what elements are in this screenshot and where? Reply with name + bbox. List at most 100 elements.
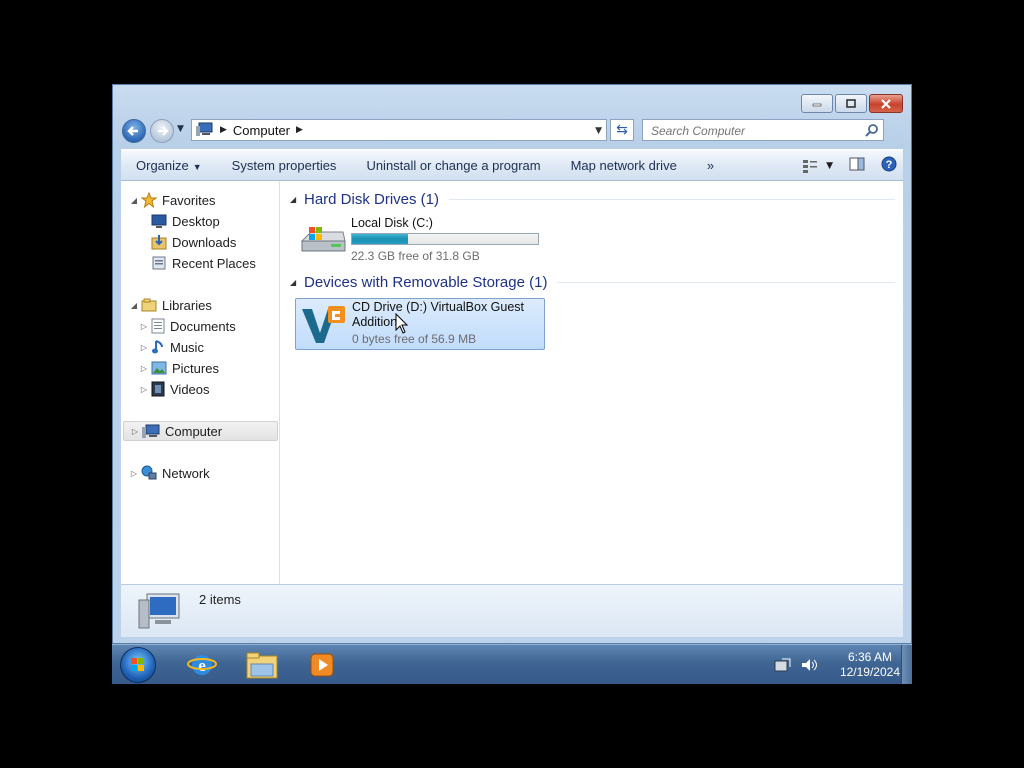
organize-button[interactable]: Organize ▼: [121, 158, 217, 173]
group-header-removable-storage[interactable]: ◢ Devices with Removable Storage (1): [290, 274, 895, 291]
computer-icon: [142, 423, 160, 439]
nav-network[interactable]: ▷ Network: [129, 463, 210, 483]
libraries-icon: [141, 297, 157, 313]
nav-libraries[interactable]: ◢ Libraries: [129, 295, 212, 315]
map-network-drive-button[interactable]: Map network drive: [556, 158, 692, 173]
breadcrumb-chevron-icon[interactable]: ▶: [296, 125, 303, 135]
help-icon: ?: [881, 156, 897, 172]
drive-usage-fill: [352, 234, 408, 244]
taskbar: e 6:36 AM 12/19/2024: [112, 644, 912, 684]
collapsed-arrow-icon[interactable]: ▷: [139, 322, 149, 331]
nav-music[interactable]: ▷ Music: [139, 337, 204, 357]
maximize-icon: [846, 98, 856, 108]
navigation-pane[interactable]: ◢ Favorites Desktop Downloads Recent Pla…: [121, 181, 280, 584]
forward-button[interactable]: [150, 119, 174, 143]
search-icon[interactable]: [865, 123, 879, 140]
nav-downloads-label: Downloads: [172, 234, 237, 250]
breadcrumb-computer[interactable]: Computer: [233, 123, 290, 138]
internet-explorer-icon: e: [187, 655, 217, 675]
nav-computer[interactable]: ▷ Computer: [123, 421, 278, 441]
taskbar-media-player[interactable]: [302, 649, 342, 681]
back-button[interactable]: [122, 119, 146, 143]
nav-videos[interactable]: ▷ Videos: [139, 379, 210, 399]
file-list: ◢ Hard Disk Drives (1) Local Disk (C:) 2…: [280, 181, 903, 584]
drive-free-space: 22.3 GB free of 31.8 GB: [351, 249, 480, 263]
navigation-row: ▼ ▶ Computer ▶ ▼ ⇆: [121, 118, 903, 144]
uninstall-program-button[interactable]: Uninstall or change a program: [351, 158, 555, 173]
videos-icon: [151, 381, 165, 397]
virtualbox-icon: [300, 303, 348, 350]
network-status-icon[interactable]: [774, 657, 792, 673]
group-divider: [557, 282, 895, 283]
recent-places-icon: [151, 255, 167, 271]
hard-drive-icon: [299, 219, 347, 262]
collapse-group-icon[interactable]: ◢: [290, 278, 304, 287]
group-divider: [449, 199, 895, 200]
collapsed-arrow-icon[interactable]: ▷: [129, 469, 139, 478]
nav-libraries-label: Libraries: [162, 297, 212, 313]
system-properties-button[interactable]: System properties: [217, 158, 352, 173]
preview-pane-button[interactable]: [849, 157, 865, 174]
taskbar-internet-explorer[interactable]: e: [182, 649, 222, 681]
show-desktop-button[interactable]: [901, 645, 912, 684]
minimize-button[interactable]: [801, 94, 833, 113]
nav-recent-places-label: Recent Places: [172, 255, 256, 271]
nav-network-label: Network: [162, 465, 210, 481]
taskbar-windows-explorer[interactable]: [242, 649, 282, 681]
address-bar[interactable]: ▶ Computer ▶ ▼: [191, 119, 607, 141]
drive-name: Local Disk (C:): [351, 216, 433, 230]
start-button[interactable]: [120, 647, 156, 683]
expanded-arrow-icon[interactable]: ◢: [129, 301, 139, 310]
organize-label: Organize: [136, 157, 189, 173]
recent-pages-dropdown[interactable]: ▼: [177, 124, 184, 134]
group-title: Hard Disk Drives (1): [304, 191, 440, 208]
downloads-icon: [151, 234, 167, 250]
computer-icon: [196, 121, 214, 140]
nav-favorites-label: Favorites: [162, 192, 216, 208]
breadcrumb-chevron-icon[interactable]: ▶: [220, 125, 227, 135]
clock[interactable]: 6:36 AM 12/19/2024: [840, 650, 900, 680]
help-button[interactable]: ?: [881, 156, 897, 175]
search-input[interactable]: [649, 121, 853, 141]
close-button[interactable]: [869, 94, 903, 113]
drive-free-space: 0 bytes free of 56.9 MB: [352, 332, 477, 346]
nav-desktop[interactable]: Desktop: [149, 211, 220, 231]
drive-tile-d[interactable]: CD Drive (D:) VirtualBox Guest Additions…: [295, 298, 545, 350]
chevron-down-icon: ▼: [192, 161, 202, 172]
expanded-arrow-icon[interactable]: ◢: [129, 196, 139, 205]
drive-tile-c[interactable]: Local Disk (C:) 22.3 GB free of 31.8 GB: [295, 215, 545, 267]
clock-time: 6:36 AM: [847, 650, 892, 664]
nav-favorites[interactable]: ◢ Favorites: [129, 190, 215, 210]
drive-name: CD Drive (D:) VirtualBox Guest Additions: [352, 300, 525, 329]
desktop-screen: ▼ ▶ Computer ▶ ▼ ⇆ Organize▼: [112, 84, 912, 684]
caption-buttons: [801, 94, 903, 113]
collapsed-arrow-icon[interactable]: ▷: [139, 385, 149, 394]
network-icon: [141, 465, 157, 481]
nav-documents-label: Documents: [170, 318, 236, 334]
volume-icon[interactable]: [800, 657, 820, 673]
nav-documents[interactable]: ▷ Documents: [139, 316, 236, 336]
drive-usage-bar: [351, 233, 539, 245]
nav-recent-places[interactable]: Recent Places: [149, 253, 256, 273]
music-icon: [151, 339, 165, 355]
collapse-group-icon[interactable]: ◢: [290, 195, 304, 204]
refresh-button[interactable]: ⇆: [610, 119, 634, 141]
computer-icon: [137, 590, 183, 635]
system-tray: 6:36 AM 12/19/2024: [774, 649, 900, 681]
more-commands-button[interactable]: »: [692, 158, 729, 173]
maximize-button[interactable]: [835, 94, 867, 113]
search-box[interactable]: [642, 119, 884, 141]
chevron-down-icon: ▼: [826, 160, 833, 171]
collapsed-arrow-icon[interactable]: ▷: [139, 343, 149, 352]
svg-text:?: ?: [886, 159, 893, 171]
group-header-hard-disk-drives[interactable]: ◢ Hard Disk Drives (1): [290, 191, 895, 208]
collapsed-arrow-icon[interactable]: ▷: [139, 364, 149, 373]
nav-pictures[interactable]: ▷ Pictures: [139, 358, 219, 378]
collapsed-arrow-icon[interactable]: ▷: [130, 427, 140, 436]
change-view-button[interactable]: ▼: [802, 159, 833, 173]
nav-downloads[interactable]: Downloads: [149, 232, 236, 252]
nav-desktop-label: Desktop: [172, 213, 220, 229]
view-controls: ▼ ?: [802, 156, 897, 175]
address-dropdown-icon[interactable]: ▼: [595, 126, 602, 136]
preview-pane-icon: [849, 157, 865, 171]
